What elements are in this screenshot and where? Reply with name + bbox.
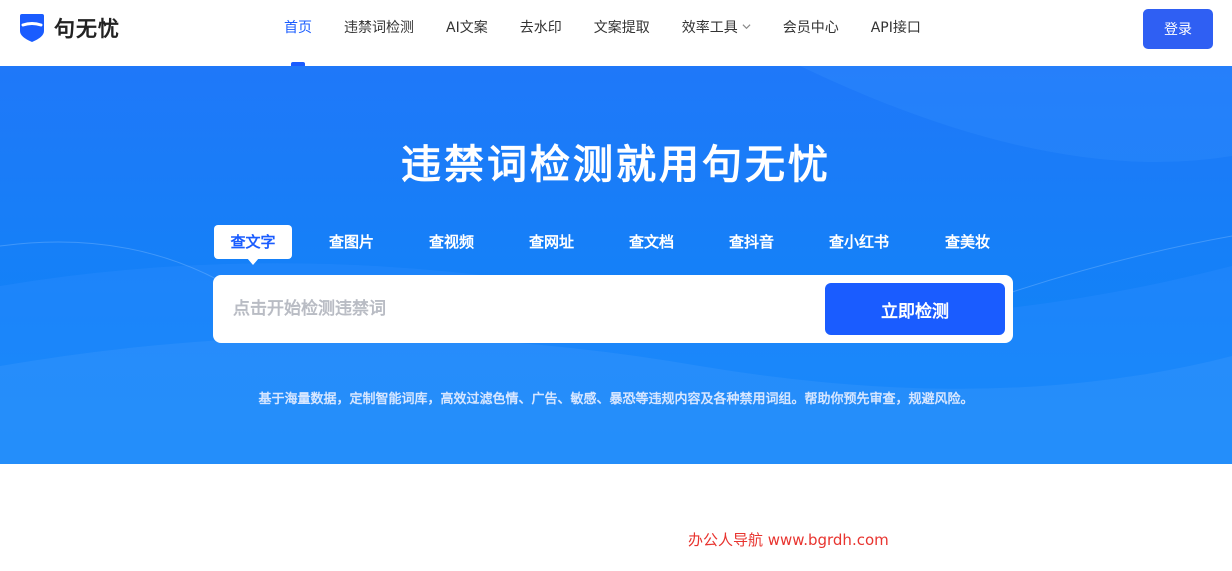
nav-item-text-extraction[interactable]: 文案提取 xyxy=(578,0,666,66)
nav-label: 会员中心 xyxy=(782,20,839,36)
hero-banner: 违禁词检测就用句无忧 查文字 查图片 查视频 查网址 查文档 查抖音 查小红书 … xyxy=(0,66,1232,464)
nav-item-member-center[interactable]: 会员中心 xyxy=(767,0,855,66)
nav-item-efficiency-tools[interactable]: 效率工具 xyxy=(666,0,767,66)
nav-label: AI文案 xyxy=(446,20,488,36)
nav-label: API接口 xyxy=(870,20,921,36)
nav-label: 去水印 xyxy=(519,20,562,36)
logo-text: 句无忧 xyxy=(54,17,120,41)
logo[interactable]: 句无忧 xyxy=(18,12,120,44)
hero-description: 基于海量数据，定制智能词库，高效过滤色情、广告、敏感、暴恐等违规内容及各种禁用词… xyxy=(258,392,974,407)
tab-video[interactable]: 查视频 xyxy=(429,225,474,259)
search-box: 立即检测 xyxy=(213,275,1013,343)
detect-now-button[interactable]: 立即检测 xyxy=(825,283,1005,335)
nav-item-home[interactable]: 首页 xyxy=(268,0,328,66)
tab-douyin[interactable]: 查抖音 xyxy=(729,225,774,259)
tab-xiaohongshu[interactable]: 查小红书 xyxy=(829,225,889,259)
tab-document[interactable]: 查文档 xyxy=(629,225,674,259)
nav-item-ai-copywriting[interactable]: AI文案 xyxy=(430,0,504,66)
detection-input[interactable] xyxy=(233,289,813,329)
tab-url[interactable]: 查网址 xyxy=(529,225,574,259)
nav-item-api[interactable]: API接口 xyxy=(855,0,937,66)
tab-cosmetics[interactable]: 查美妆 xyxy=(945,225,990,259)
nav-label: 文案提取 xyxy=(593,20,650,36)
hero-title: 违禁词检测就用句无忧 xyxy=(401,142,831,188)
login-button[interactable]: 登录 xyxy=(1143,9,1213,49)
tab-image[interactable]: 查图片 xyxy=(329,225,374,259)
site-watermark: 办公人导航 www.bgrdh.com xyxy=(688,531,889,549)
nav-label: 违禁词检测 xyxy=(344,20,414,36)
nav-item-remove-watermark[interactable]: 去水印 xyxy=(504,0,578,66)
tab-text[interactable]: 查文字 xyxy=(214,225,292,265)
nav-item-banned-word-detection[interactable]: 违禁词检测 xyxy=(328,0,430,66)
shield-logo-icon xyxy=(20,14,44,42)
main-nav: 首页 违禁词检测 AI文案 去水印 文案提取 效率工具 会员中心 API接口 xyxy=(268,0,937,66)
top-header: 句无忧 首页 违禁词检测 AI文案 去水印 文案提取 效率工具 会员中心 API… xyxy=(0,0,1232,66)
nav-label: 效率工具 xyxy=(681,20,738,36)
chevron-down-icon xyxy=(742,24,751,30)
nav-label: 首页 xyxy=(284,20,312,36)
